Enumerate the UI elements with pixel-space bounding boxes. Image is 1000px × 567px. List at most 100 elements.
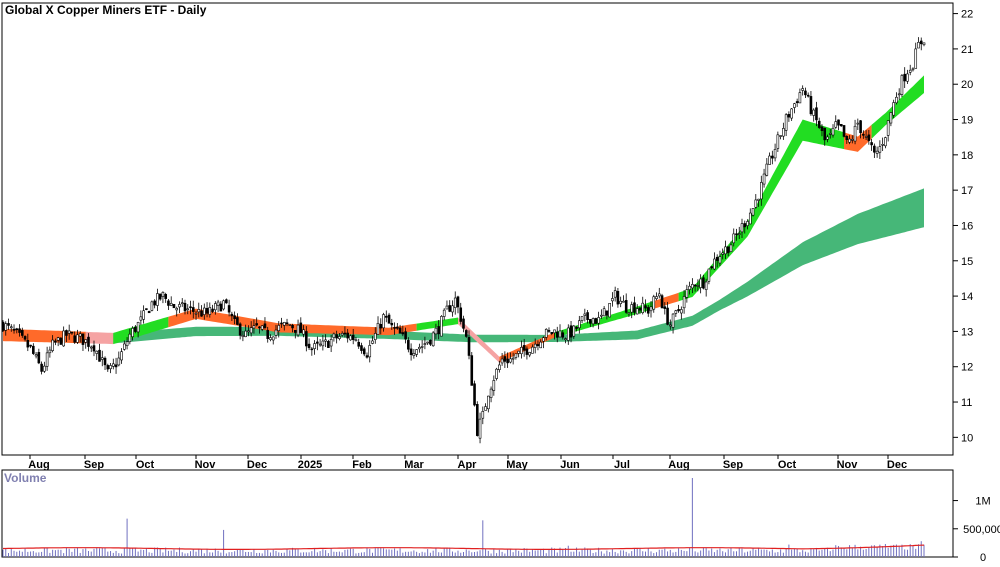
candle-body bbox=[169, 303, 173, 306]
candle-body bbox=[586, 312, 589, 320]
candle-body bbox=[793, 103, 796, 108]
candle-body bbox=[630, 304, 634, 313]
candle-body bbox=[376, 322, 380, 335]
candle-body bbox=[103, 357, 107, 366]
candle-body bbox=[73, 335, 76, 343]
candle-body bbox=[776, 134, 780, 149]
candle-body bbox=[487, 395, 490, 410]
candle-body bbox=[225, 299, 228, 304]
candle-body bbox=[743, 223, 747, 228]
candle-body bbox=[553, 329, 556, 334]
y-tick-label: 11 bbox=[961, 397, 972, 409]
candle-body bbox=[663, 306, 667, 309]
candle-body bbox=[779, 135, 782, 137]
candle-body bbox=[903, 73, 906, 82]
y-tick-label: 17 bbox=[961, 185, 973, 197]
candle-body bbox=[423, 343, 427, 345]
candle-body bbox=[710, 266, 713, 269]
candle-body bbox=[886, 120, 890, 136]
short-ma-band bbox=[85, 331, 114, 345]
candle-body bbox=[125, 341, 129, 347]
y-tick-label: 20 bbox=[961, 79, 973, 91]
candle-body bbox=[426, 341, 429, 344]
x-tick-label: Mar bbox=[404, 459, 424, 471]
candle-body bbox=[870, 142, 873, 146]
y-tick-label: 10 bbox=[961, 432, 973, 444]
candle-body bbox=[373, 333, 377, 340]
candle-body bbox=[371, 340, 374, 344]
candle-body bbox=[881, 144, 884, 146]
candle-body bbox=[32, 345, 35, 354]
x-tick-label: Sep bbox=[723, 459, 743, 471]
candle-body bbox=[266, 329, 270, 339]
candle-body bbox=[208, 307, 212, 315]
candle-body bbox=[707, 268, 711, 282]
candle-body bbox=[831, 127, 835, 136]
candle-body bbox=[145, 308, 148, 310]
candle-body bbox=[211, 308, 214, 312]
candle-body bbox=[520, 347, 523, 355]
candle-body bbox=[575, 326, 578, 329]
candle-body bbox=[464, 330, 468, 337]
candle-body bbox=[873, 145, 876, 153]
candle-body bbox=[34, 354, 38, 357]
candle-body bbox=[572, 325, 576, 337]
candle-body bbox=[649, 306, 653, 312]
candle-body bbox=[382, 314, 385, 329]
candle-body bbox=[307, 343, 311, 349]
candle-body bbox=[200, 310, 203, 317]
candle-body bbox=[492, 380, 496, 391]
candle-body bbox=[897, 93, 901, 96]
candle-body bbox=[542, 337, 545, 342]
candle-body bbox=[316, 341, 319, 344]
candle-body bbox=[274, 329, 278, 336]
candle-body bbox=[343, 332, 347, 335]
candle-body bbox=[583, 313, 587, 316]
candle-body bbox=[864, 136, 868, 138]
candle-body bbox=[280, 322, 283, 325]
candle-body bbox=[804, 90, 807, 96]
x-tick-label: Dec bbox=[887, 459, 907, 471]
candle-body bbox=[349, 335, 352, 341]
candle-body bbox=[561, 332, 565, 338]
candle-body bbox=[365, 355, 369, 358]
candle-body bbox=[798, 92, 802, 104]
candle-body bbox=[202, 307, 206, 315]
candle-body bbox=[594, 318, 598, 324]
volume-title: Volume bbox=[4, 471, 47, 485]
candle-body bbox=[357, 341, 361, 347]
short-ma-band bbox=[871, 75, 924, 139]
candle-body bbox=[746, 221, 749, 226]
candle-body bbox=[183, 302, 187, 312]
candle-body bbox=[263, 323, 267, 329]
candle-body bbox=[136, 322, 140, 333]
candle-body bbox=[186, 308, 190, 311]
candle-body bbox=[817, 120, 821, 128]
candle-body bbox=[735, 233, 738, 236]
candle-body bbox=[313, 343, 316, 349]
candle-body bbox=[324, 339, 327, 342]
y-tick-label: 12 bbox=[961, 362, 973, 374]
candle-body bbox=[859, 120, 862, 134]
candle-body bbox=[407, 340, 410, 350]
volume-y-tick-label: 1M bbox=[975, 496, 990, 508]
candle-body bbox=[489, 388, 493, 398]
candle-body bbox=[51, 339, 54, 351]
chart-svg: Global X Copper Miners ETF - Daily 10 11 12… bbox=[1, 2, 1000, 564]
candle-body bbox=[219, 303, 223, 312]
candle-body bbox=[611, 298, 614, 302]
x-tick-label: Aug bbox=[28, 459, 49, 471]
candle-body bbox=[782, 128, 785, 137]
candle-body bbox=[699, 278, 702, 288]
candle-body bbox=[327, 340, 330, 348]
candle-body bbox=[15, 328, 19, 331]
candle-body bbox=[172, 304, 176, 309]
candle-body bbox=[153, 300, 156, 306]
candle-body bbox=[919, 40, 923, 45]
candle-body bbox=[445, 305, 449, 310]
candle-body bbox=[718, 256, 722, 264]
candle-body bbox=[310, 348, 314, 351]
candle-body bbox=[851, 139, 854, 141]
y-tick-label: 22 bbox=[961, 9, 973, 21]
candle-body bbox=[282, 322, 286, 326]
